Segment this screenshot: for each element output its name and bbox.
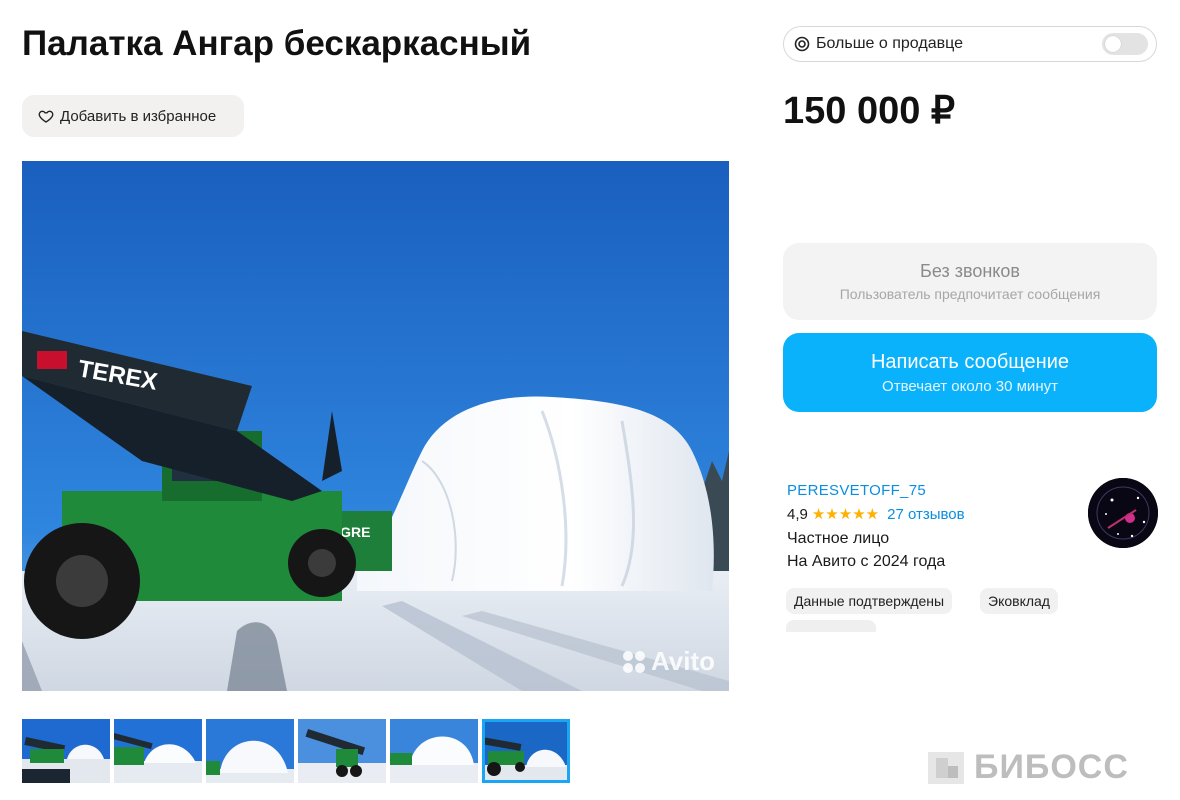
watermark-text: Avito — [650, 646, 715, 676]
thumbnail-strip — [22, 719, 570, 783]
no-calls-button: Без звонков Пользователь предпочитает со… — [783, 243, 1157, 320]
rating-value: 4,9 — [787, 505, 808, 523]
heart-icon — [38, 110, 54, 123]
badge-data-verified: Данные подтверждены — [786, 588, 953, 614]
thumbnail-3[interactable] — [206, 719, 294, 783]
thumbnail-1[interactable] — [22, 719, 110, 783]
thumbnail-image — [298, 719, 386, 783]
main-photo[interactable]: RGRE TEREX Avito — [22, 161, 729, 691]
add-to-favorites-button[interactable]: Добавить в избранное — [22, 95, 244, 137]
avito-logo-icon — [622, 650, 647, 673]
biboss-logo: БИБОСС — [928, 748, 1129, 787]
thumbnail-5[interactable] — [390, 719, 478, 783]
thumbnail-image — [206, 719, 294, 783]
write-message-button[interactable]: Написать сообщение Отвечает около 30 мин… — [783, 333, 1157, 412]
thumbnail-2[interactable] — [114, 719, 202, 783]
avito-watermark: Avito — [622, 646, 715, 677]
thumbnail-6[interactable] — [482, 719, 570, 783]
biboss-brand-name: БИБОСС — [974, 748, 1129, 786]
seller-type: Частное лицо — [787, 530, 890, 547]
toggle-switch[interactable] — [1102, 33, 1148, 55]
no-calls-subtitle: Пользователь предпочитает сообщения — [839, 286, 1101, 302]
no-calls-title: Без звонков — [920, 261, 1020, 281]
seller-name-link[interactable]: PERESVETOFF_75 — [787, 482, 926, 499]
favorite-label: Добавить в избранное — [60, 107, 217, 125]
thumbnail-image — [390, 719, 478, 783]
rating-stars-icon: ★★★★★ — [811, 506, 880, 523]
response-time: Отвечает около 30 минут — [882, 377, 1058, 395]
more-about-seller-toggle[interactable]: Больше о продавце — [783, 26, 1157, 62]
avatar[interactable] — [1088, 478, 1158, 548]
price: 150 000 ₽ — [783, 90, 956, 132]
hangar-photo-image: RGRE TEREX — [22, 161, 729, 691]
seller-rating: 4,9 ★★★★★ 27 отзывов — [787, 505, 965, 524]
avatar-image — [1088, 478, 1158, 548]
thumbnail-image — [22, 719, 110, 783]
seller-toggle-label: Больше о продавце — [816, 35, 963, 52]
thumbnail-image — [482, 719, 570, 783]
seller-since: На Авито с 2024 года — [787, 553, 946, 570]
thumbnail-4[interactable] — [298, 719, 386, 783]
biboss-logo-icon — [928, 751, 964, 784]
badge-eco-contribution: Эковклад — [980, 588, 1058, 614]
write-message-label: Написать сообщение — [870, 350, 1069, 373]
listing-title: Палатка Ангар бескаркасный — [22, 24, 532, 63]
reviews-link[interactable]: 27 отзывов — [887, 506, 965, 523]
badge-truncated — [786, 620, 876, 632]
thumbnail-image — [114, 719, 202, 783]
target-icon — [794, 36, 810, 52]
